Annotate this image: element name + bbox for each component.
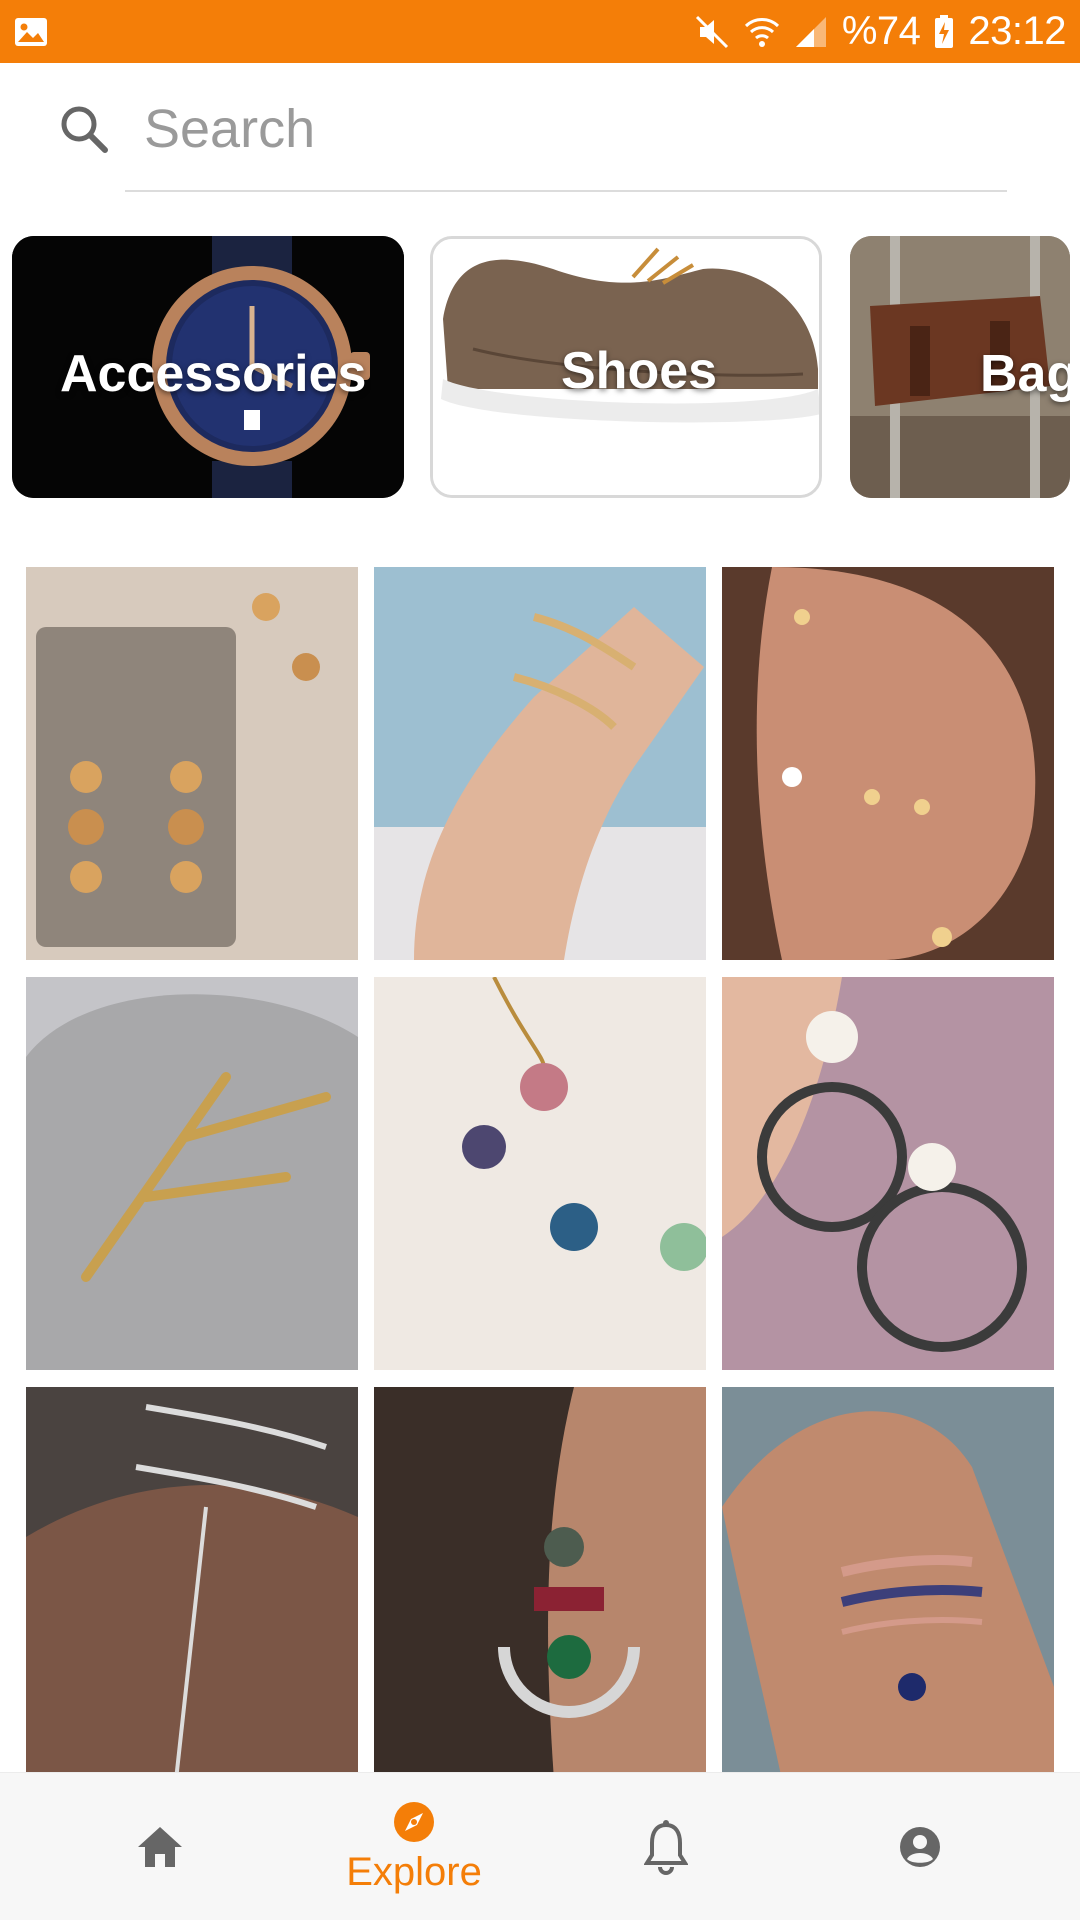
signal-icon bbox=[795, 16, 826, 47]
nav-explore[interactable]: Explore bbox=[314, 1773, 514, 1920]
category-label: Accessories bbox=[60, 345, 367, 403]
category-carousel[interactable]: Accessories Shoes Bag bbox=[0, 236, 1080, 498]
bell-icon bbox=[644, 1820, 688, 1875]
photo bbox=[374, 977, 706, 1370]
bottom-navigation: Explore bbox=[0, 1772, 1080, 1920]
category-card-bags[interactable]: Bag bbox=[850, 236, 1070, 498]
photo bbox=[722, 1387, 1054, 1772]
account-icon bbox=[900, 1827, 940, 1867]
photo bbox=[722, 977, 1054, 1370]
home-icon bbox=[138, 1827, 182, 1867]
search-input[interactable] bbox=[144, 93, 1004, 165]
nav-home[interactable] bbox=[60, 1773, 260, 1920]
search-underline bbox=[125, 190, 1007, 192]
photo bbox=[374, 1387, 706, 1772]
grid-item-hair-branch-pin[interactable] bbox=[26, 977, 358, 1370]
grid-item-pendant-necklaces[interactable] bbox=[374, 977, 706, 1370]
battery-charging-icon bbox=[935, 14, 954, 48]
photo bbox=[722, 567, 1054, 960]
status-left bbox=[14, 17, 48, 47]
compass-icon bbox=[394, 1801, 434, 1842]
grid-item-ear-piercings[interactable] bbox=[722, 567, 1054, 960]
photo bbox=[26, 977, 358, 1370]
photo bbox=[374, 567, 706, 960]
gallery-notification-icon bbox=[15, 17, 47, 46]
search-icon[interactable] bbox=[58, 103, 110, 155]
search-bar bbox=[0, 63, 1080, 203]
photo bbox=[26, 1387, 358, 1772]
grid-item-earrings-gold-flowers[interactable] bbox=[26, 567, 358, 960]
nav-profile[interactable] bbox=[820, 1773, 1020, 1920]
explore-grid bbox=[26, 567, 1054, 1772]
grid-item-statement-earring[interactable] bbox=[374, 1387, 706, 1772]
category-label: Shoes bbox=[561, 342, 718, 400]
nav-notifications[interactable] bbox=[566, 1773, 766, 1920]
battery-percent: %74 bbox=[841, 9, 921, 53]
grid-item-pearl-hoop-earrings[interactable] bbox=[722, 977, 1054, 1370]
mute-icon bbox=[695, 15, 728, 48]
wifi-icon bbox=[744, 17, 779, 47]
grid-item-silver-hand-chain[interactable] bbox=[26, 1387, 358, 1772]
explore-screen: %74 23:12 Search Accessories Shoes Bag E… bbox=[0, 0, 1080, 1920]
category-card-accessories[interactable]: Accessories bbox=[12, 236, 404, 498]
category-card-shoes[interactable]: Shoes bbox=[430, 236, 822, 498]
nav-explore-label: Explore bbox=[346, 1849, 482, 1894]
status-right: %74 23:12 bbox=[694, 9, 1066, 54]
category-label: Bag bbox=[980, 345, 1070, 403]
clock-time: 23:12 bbox=[968, 9, 1066, 53]
status-bar: %74 23:12 bbox=[0, 0, 1080, 63]
photo bbox=[26, 567, 358, 960]
grid-item-stacked-bracelets[interactable] bbox=[722, 1387, 1054, 1772]
grid-item-hand-bracelets[interactable] bbox=[374, 567, 706, 960]
